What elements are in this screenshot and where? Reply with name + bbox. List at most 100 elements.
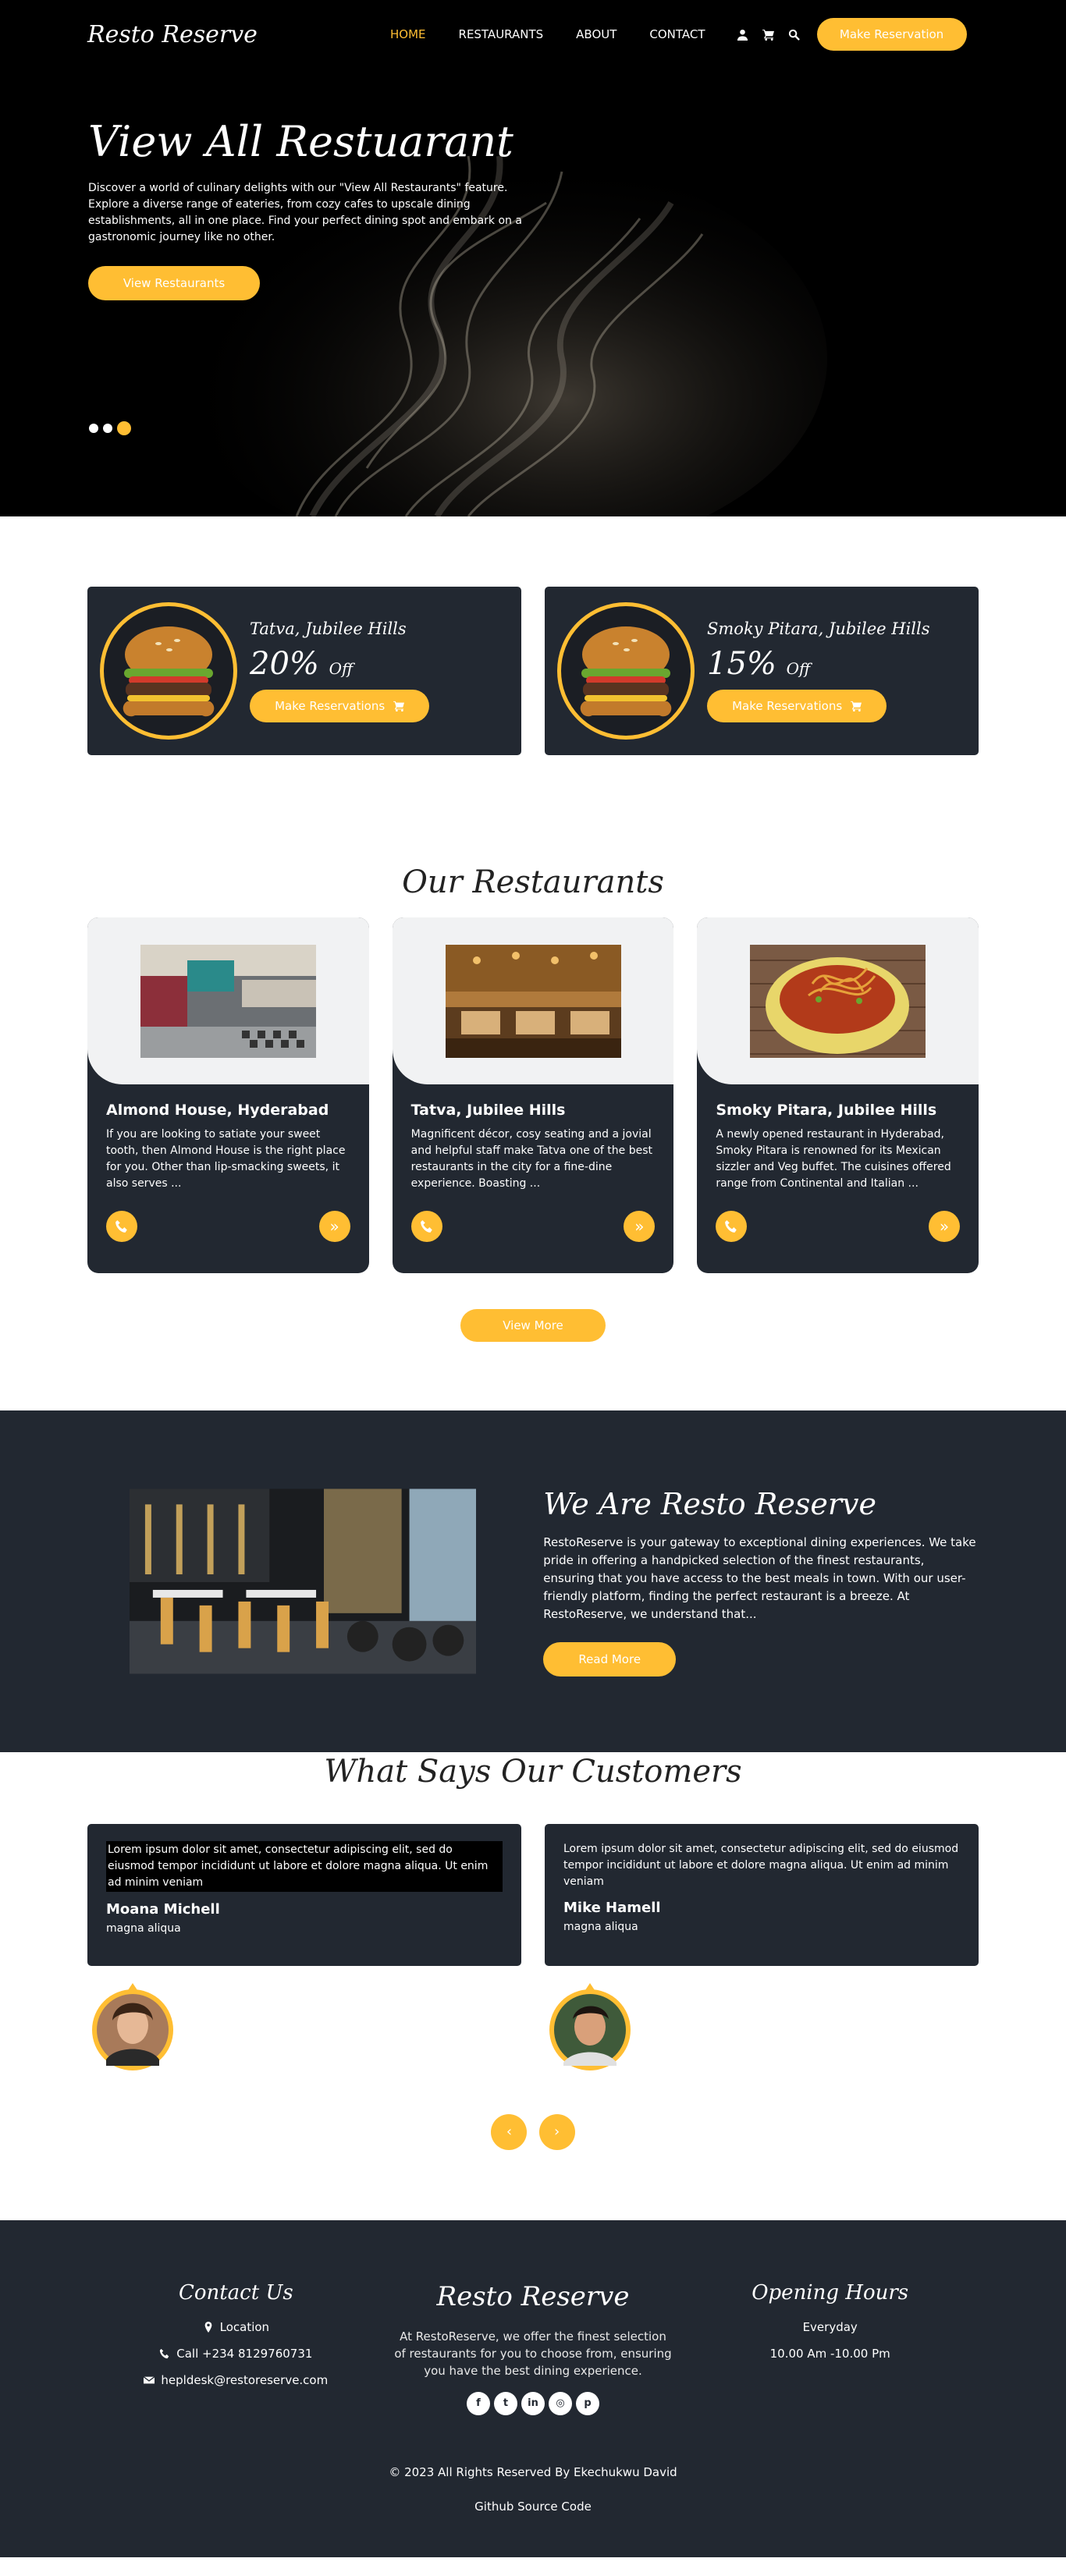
phone-icon	[160, 2348, 169, 2359]
nav-item-about[interactable]: ABOUT	[576, 27, 617, 41]
customer-avatar	[92, 1983, 173, 2070]
restaurant-card[interactable]: Smoky Pitara, Jubilee Hills A newly open…	[697, 917, 979, 1273]
offer-info: Tatva, Jubilee Hills 20% Off Make Reserv…	[250, 619, 429, 722]
restaurant-description: A newly opened restaurant in Hyderabad, …	[716, 1128, 951, 1190]
view-more-button[interactable]: View More	[460, 1309, 606, 1342]
search-icon[interactable]	[788, 29, 800, 41]
burger-image	[557, 602, 695, 740]
about-description: RestoReserve is your gateway to exceptio…	[543, 1535, 976, 1621]
footer-brand: Resto Reserve	[436, 2281, 630, 2312]
testimonial-text: Lorem ipsum dolor sit amet, consectetur …	[563, 1843, 959, 1888]
envelope-icon	[144, 2376, 155, 2384]
make-reservations-button[interactable]: Make Reservations	[707, 690, 887, 722]
restaurant-interior-image	[130, 1488, 477, 1674]
carousel-dot[interactable]	[89, 424, 98, 433]
email-link[interactable]: hepldesk@restoreserve.com	[87, 2373, 385, 2387]
contact-column: Contact Us Location Call +234 8129760731…	[87, 2281, 385, 2415]
testimonial-nav: ‹ ›	[87, 2114, 979, 2150]
customer-name: Moana Michell	[106, 1901, 220, 1918]
hours-time: 10.00 Am -10.00 Pm	[769, 2347, 890, 2361]
hero-title: View All Restuarant	[88, 117, 513, 166]
brand-column: Resto Reserve At RestoReserve, we offer …	[385, 2281, 682, 2415]
restaurant-card[interactable]: Almond House, Hyderabad If you are looki…	[87, 917, 369, 1273]
restaurant-image	[750, 944, 926, 1058]
nav-item-contact[interactable]: CONTACT	[649, 27, 705, 41]
about-section: We Are Resto Reserve RestoReserve is you…	[0, 1410, 1066, 1752]
details-button[interactable]: »	[318, 1211, 350, 1242]
phone-icon	[115, 1220, 127, 1233]
phone-icon	[725, 1220, 737, 1233]
phone-link[interactable]: Call +234 8129760731	[87, 2347, 385, 2361]
previous-button[interactable]: ‹	[491, 2114, 528, 2150]
hours-column: Opening Hours Everyday 10.00 Am -10.00 P…	[681, 2281, 979, 2415]
offer-place: Tatva, Jubilee Hills	[250, 619, 407, 638]
about-content: We Are Resto Reserve RestoReserve is you…	[543, 1487, 979, 1677]
section-title: Our Restaurants	[402, 864, 664, 900]
make-reservation-button[interactable]: Make Reservation	[816, 18, 967, 51]
details-button[interactable]: »	[929, 1211, 961, 1242]
cart-icon	[393, 701, 404, 711]
about-title: We Are Resto Reserve	[543, 1486, 876, 1521]
offers-section: Tatva, Jubilee Hills 20% Off Make Reserv…	[0, 516, 1066, 755]
double-chevron-right-icon: »	[329, 1217, 339, 1236]
pinterest-icon[interactable]: p	[576, 2392, 599, 2415]
cart-icon	[850, 701, 862, 711]
testimonial-text: Lorem ipsum dolor sit amet, consectetur …	[106, 1841, 503, 1892]
twitter-icon[interactable]: t	[494, 2392, 517, 2415]
restaurants-section: Our Restaurants Almond House, Hyderabad …	[0, 755, 1066, 1342]
github-source-link[interactable]: Github Source Code	[0, 2500, 1066, 2514]
hours-title: Opening Hours	[752, 2281, 909, 2305]
copyright: © 2023 All Rights Reserved By Ekechukwu …	[389, 2465, 677, 2479]
testimonial-item: Lorem ipsum dolor sit amet, consectetur …	[87, 1824, 521, 2075]
testimonial-item: Lorem ipsum dolor sit amet, consectetur …	[545, 1824, 979, 2075]
customer-name: Mike Hamell	[563, 1900, 661, 1916]
hours-day: Everyday	[802, 2320, 858, 2334]
offer-card: Smoky Pitara, Jubilee Hills 15% Off Make…	[545, 587, 979, 755]
restaurant-description: If you are looking to satiate your sweet…	[106, 1128, 346, 1190]
carousel-dot-active[interactable]	[117, 421, 131, 435]
view-restaurants-button[interactable]: View Restaurants	[88, 266, 260, 300]
social-links: f t in ◎ p	[385, 2392, 682, 2415]
location-link[interactable]: Location	[87, 2320, 385, 2334]
contact-title: Contact Us	[178, 2281, 293, 2305]
cart-icon[interactable]	[762, 29, 774, 41]
restaurant-description: Magnificent décor, cosy seating and a jo…	[410, 1128, 652, 1190]
testimonials-section: What Says Our Customers Lorem ipsum dolo…	[0, 1752, 1066, 2150]
phone-button[interactable]	[716, 1211, 748, 1242]
user-icon[interactable]	[737, 29, 748, 41]
nav-item-home[interactable]: HOME	[390, 27, 426, 41]
hero-description: Discover a world of culinary delights wi…	[88, 182, 522, 243]
section-title: What Says Our Customers	[324, 1754, 742, 1790]
nav-item-restaurants[interactable]: RESTAURANTS	[459, 27, 544, 41]
burger-image	[100, 602, 237, 740]
phone-button[interactable]	[410, 1211, 442, 1242]
map-marker-icon	[204, 2322, 211, 2333]
read-more-button[interactable]: Read More	[543, 1641, 677, 1677]
double-chevron-right-icon: »	[634, 1217, 645, 1236]
linkedin-icon[interactable]: in	[521, 2392, 545, 2415]
hero-section: Resto Reserve HOME RESTAURANTS ABOUT CON…	[0, 0, 1066, 516]
restaurant-name: Tatva, Jubilee Hills	[410, 1102, 566, 1119]
phone-button[interactable]	[106, 1211, 137, 1242]
details-button[interactable]: »	[624, 1211, 656, 1242]
brand-logo[interactable]: Resto Reserve	[87, 21, 267, 48]
nav-menu: HOME RESTAURANTS ABOUT CONTACT	[390, 27, 705, 41]
restaurant-card[interactable]: Tatva, Jubilee Hills Magnificent décor, …	[392, 917, 674, 1273]
offer-discount: 20% Off	[250, 646, 354, 682]
footer-about: At RestoReserve, we offer the finest sel…	[394, 2329, 672, 2378]
carousel-dot[interactable]	[103, 424, 112, 433]
phone-icon	[420, 1220, 432, 1233]
nav-icons	[737, 29, 800, 41]
next-button[interactable]: ›	[538, 2114, 575, 2150]
make-reservations-button[interactable]: Make Reservations	[250, 690, 429, 722]
restaurant-image	[445, 944, 621, 1058]
instagram-icon[interactable]: ◎	[549, 2392, 572, 2415]
customer-avatar	[549, 1983, 631, 2070]
restaurant-name: Smoky Pitara, Jubilee Hills	[716, 1102, 937, 1119]
offer-info: Smoky Pitara, Jubilee Hills 15% Off Make…	[707, 619, 930, 722]
facebook-icon[interactable]: f	[467, 2392, 490, 2415]
hero-content: View All Restuarant Discover a world of …	[88, 117, 525, 300]
restaurant-name: Almond House, Hyderabad	[106, 1102, 329, 1119]
footer: Contact Us Location Call +234 8129760731…	[0, 2220, 1066, 2557]
customer-subtitle: magna aliqua	[106, 1922, 181, 1935]
